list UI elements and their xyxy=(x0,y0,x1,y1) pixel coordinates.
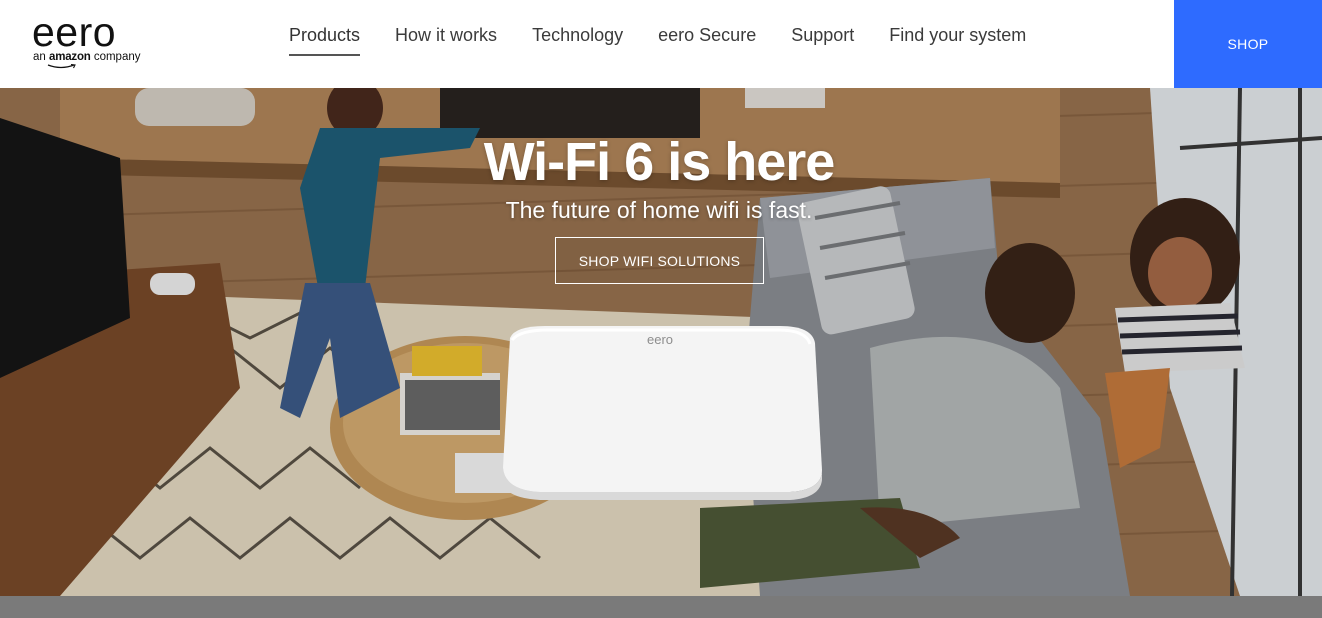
logo-tagline: an amazon company xyxy=(33,50,140,64)
shop-wifi-solutions-button[interactable]: SHOP WIFI SOLUTIONS xyxy=(555,237,764,284)
nav-products[interactable]: Products xyxy=(289,24,361,56)
logo-tag-prefix: an xyxy=(33,51,49,63)
nav-find-your-system[interactable]: Find your system xyxy=(889,24,1026,56)
nav-eero-secure[interactable]: eero Secure xyxy=(658,24,756,56)
hero-subtitle: The future of home wifi is fast. xyxy=(505,197,813,223)
main-nav: Products How it works Technology eero Se… xyxy=(289,24,1061,56)
nav-support[interactable]: Support xyxy=(791,24,854,56)
device-eero-logo: eero xyxy=(647,332,673,347)
site-header: eero an amazon company Products How it w… xyxy=(0,0,1322,88)
nav-technology[interactable]: Technology xyxy=(532,24,623,56)
bottom-strip xyxy=(0,596,1322,618)
eero-logo[interactable]: eero an amazon company xyxy=(32,10,172,70)
amazon-smile-icon xyxy=(47,64,76,69)
logo-wordmark: eero xyxy=(32,9,117,55)
hero-banner: eero Wi-Fi 6 is here The future of home … xyxy=(0,88,1322,596)
hero-title: Wi-Fi 6 is here xyxy=(483,132,836,192)
shop-button[interactable]: SHOP xyxy=(1174,0,1322,88)
logo-tag-brand: amazon xyxy=(49,51,91,63)
logo-tag-suffix: company xyxy=(90,51,141,63)
nav-how-it-works[interactable]: How it works xyxy=(395,24,497,56)
